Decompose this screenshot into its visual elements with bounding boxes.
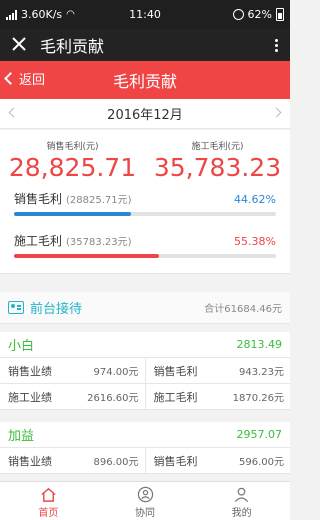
- metric-cell: 施工业绩 2616.60元: [0, 384, 145, 409]
- staff-name: 加益: [8, 429, 35, 444]
- metric-value: 2616.60元: [87, 393, 139, 404]
- bar-label: 施工毛利: [14, 234, 63, 248]
- bar-text: 销售毛利 (28825.71元) 44.62%: [14, 190, 276, 207]
- tab-collaborate[interactable]: 协同: [97, 482, 194, 520]
- bar-track: [14, 212, 276, 216]
- profit-totals: 销售毛利(元) 28,825.71 施工毛利(元) 35,783.23: [0, 130, 290, 186]
- metric-value: 896.00元: [93, 457, 139, 468]
- staff-card[interactable]: 加益 2957.07 销售业绩 896.00元 销售毛利 596.00元: [0, 422, 290, 474]
- staff-row: 销售业绩 974.00元 销售毛利 943.23元: [0, 358, 290, 384]
- metric-cell: 销售毛利 943.23元: [144, 358, 291, 383]
- staff-row: 销售业绩 896.00元 销售毛利 596.00元: [0, 448, 290, 474]
- bar-percent: 55.38%: [234, 235, 276, 248]
- sales-profit-total: 销售毛利(元) 28,825.71: [0, 130, 145, 186]
- metric-value: 943.23元: [239, 367, 284, 378]
- webview-title: 毛利贡献: [40, 37, 105, 56]
- total-value: 35,783.23: [153, 153, 282, 182]
- metric-value: 974.00元: [93, 367, 139, 378]
- profile-icon: [235, 487, 249, 503]
- bar-track: [14, 254, 276, 258]
- bar-percent: 44.62%: [234, 193, 276, 206]
- staff-header: 小白 2813.49: [0, 332, 290, 358]
- clock: 11:40: [129, 8, 161, 21]
- metric-cell: 销售业绩 974.00元: [0, 358, 145, 383]
- metric-label: 销售毛利: [153, 364, 198, 378]
- bar-amount: (28825.71元): [66, 195, 132, 206]
- staff-amount: 2813.49: [236, 338, 283, 351]
- metric-label: 销售毛利: [153, 454, 198, 468]
- metric-label: 销售业绩: [8, 364, 52, 378]
- total-label: 销售毛利(元): [46, 142, 99, 152]
- bar-label: 销售毛利: [14, 192, 63, 206]
- back-label: 返回: [19, 73, 46, 88]
- app-header: 返回 毛利贡献: [0, 61, 290, 99]
- webview-header: 毛利贡献: [0, 29, 290, 61]
- month-selector: 2016年12月: [0, 99, 290, 129]
- bar-text: 施工毛利 (35783.23元) 55.38%: [14, 232, 276, 249]
- chevron-left-icon: [4, 72, 17, 85]
- metric-value: 1870.26元: [232, 393, 284, 404]
- tab-home[interactable]: 首页: [0, 482, 97, 520]
- construction-profit-total: 施工毛利(元) 35,783.23: [145, 130, 290, 186]
- metric-cell: 销售毛利 596.00元: [144, 448, 291, 473]
- more-vertical-icon: [274, 38, 278, 52]
- staff-name: 小白: [8, 339, 35, 354]
- close-button[interactable]: [0, 35, 38, 56]
- back-button[interactable]: 返回: [4, 69, 46, 88]
- total-label: 施工毛利(元): [191, 142, 244, 152]
- section-title: 前台接待: [30, 302, 83, 317]
- bottom-tab-bar: 首页 协同 我的: [0, 481, 290, 520]
- tab-label: 首页: [38, 508, 59, 519]
- construction-profit-bar: 施工毛利 (35783.23元) 55.38%: [14, 232, 276, 258]
- tab-profile[interactable]: 我的: [193, 482, 290, 520]
- status-bar: 3.60K/s ◠ 11:40 62%: [0, 0, 290, 29]
- divider: [0, 412, 290, 422]
- metric-label: 施工毛利: [153, 390, 198, 404]
- battery-icon: [276, 8, 284, 21]
- home-icon: [41, 487, 56, 502]
- profit-share-bars: 销售毛利 (28825.71元) 44.62% 施工毛利 (35783.23元)…: [0, 186, 290, 274]
- staff-amount: 2957.07: [236, 428, 283, 441]
- tab-label: 协同: [135, 508, 155, 519]
- metric-label: 销售业绩: [8, 454, 52, 468]
- metric-label: 施工业绩: [8, 390, 52, 404]
- bar-amount: (35783.23元): [66, 237, 132, 248]
- more-menu-button[interactable]: [262, 38, 290, 52]
- metric-cell: 销售业绩 896.00元: [0, 448, 145, 473]
- month-label: 2016年12月: [107, 108, 183, 123]
- tab-label: 我的: [231, 508, 252, 519]
- bar-fill: [14, 212, 131, 216]
- staff-row: 施工业绩 2616.60元 施工毛利 1870.26元: [0, 384, 290, 410]
- collaborate-icon: [137, 486, 153, 503]
- page-title: 毛利贡献: [112, 72, 177, 91]
- metric-cell: 施工毛利 1870.26元: [144, 384, 291, 409]
- section-header[interactable]: 前台接待 合计61684.46元: [0, 292, 290, 324]
- staff-header: 加益 2957.07: [0, 422, 290, 448]
- bar-fill: [14, 254, 160, 258]
- next-month-button[interactable]: [271, 107, 282, 118]
- sales-profit-bar: 销售毛利 (28825.71元) 44.62%: [14, 190, 276, 216]
- prev-month-button[interactable]: [8, 107, 19, 118]
- section-total: 合计61684.46元: [204, 304, 282, 315]
- close-icon: [12, 36, 26, 51]
- staff-card[interactable]: 小白 2813.49 销售业绩 974.00元 销售毛利 943.23元 施工业…: [0, 332, 290, 410]
- reception-id-card-icon: [8, 301, 24, 314]
- total-value: 28,825.71: [8, 153, 137, 182]
- metric-value: 596.00元: [239, 457, 284, 468]
